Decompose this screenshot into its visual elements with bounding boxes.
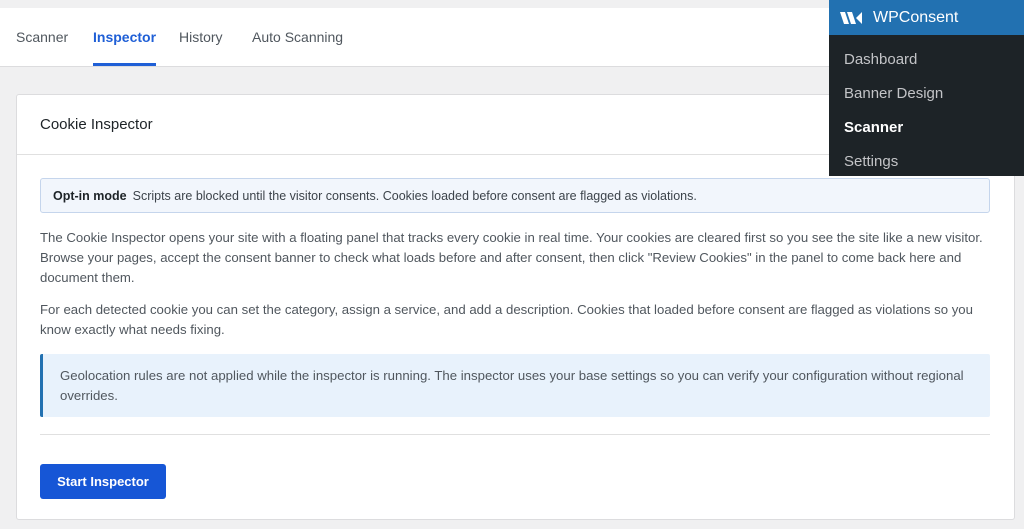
admin-menu: WPConsent Dashboard Banner Design Scanne…	[829, 0, 1024, 176]
card-body: Opt-in mode Scripts are blocked until th…	[17, 155, 1014, 499]
admin-menu-title: WPConsent	[873, 8, 959, 26]
start-inspector-button[interactable]: Start Inspector	[40, 464, 166, 499]
admin-item-scanner[interactable]: Scanner	[829, 111, 1024, 145]
divider	[40, 434, 990, 435]
tab-inspector[interactable]: Inspector	[93, 8, 157, 66]
wpconsent-logo-icon	[839, 10, 863, 26]
geolocation-notice: Geolocation rules are not applied while …	[40, 354, 990, 417]
page: Scanner Inspector History Auto Scanning …	[0, 0, 1024, 529]
admin-item-dashboard[interactable]: Dashboard	[829, 43, 1024, 77]
mode-label: Opt-in mode	[53, 188, 127, 203]
card-title: Cookie Inspector	[40, 116, 153, 133]
details-paragraph: For each detected cookie you can set the…	[40, 302, 973, 337]
tab-auto-scanning[interactable]: Auto Scanning	[252, 8, 343, 66]
tab-scanner[interactable]: Scanner	[16, 8, 68, 66]
admin-menu-header[interactable]: WPConsent	[829, 0, 1024, 35]
tab-history[interactable]: History	[179, 8, 223, 66]
mode-text: Scripts are blocked until the visitor co…	[132, 188, 697, 203]
admin-menu-items: Dashboard Banner Design Scanner Settings	[829, 35, 1024, 179]
intro-paragraph: The Cookie Inspector opens your site wit…	[40, 230, 983, 285]
mode-box: Opt-in mode Scripts are blocked until th…	[40, 178, 990, 213]
admin-item-settings[interactable]: Settings	[829, 145, 1024, 179]
admin-item-banner-design[interactable]: Banner Design	[829, 77, 1024, 111]
